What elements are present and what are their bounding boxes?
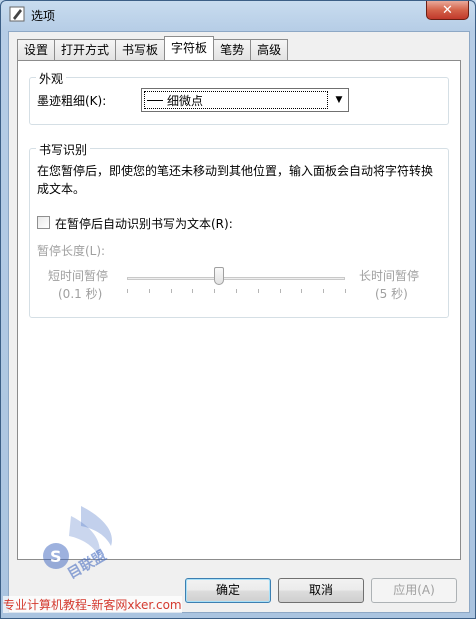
title-bar[interactable]: 选项 ✕	[1, 1, 475, 29]
short-pause-label: 短时间暂停	[48, 269, 109, 283]
slider-tick	[236, 289, 237, 293]
svg-text:目联盟: 目联盟	[65, 548, 109, 583]
appearance-group: 外观 墨迹粗细(K): 细微点 ▼	[29, 70, 449, 125]
pause-length-label: 暂停长度(L):	[37, 244, 106, 258]
appearance-group-title: 外观	[36, 70, 67, 87]
long-pause-value: (5 秒)	[375, 287, 408, 301]
tab-advanced[interactable]: 高级	[250, 39, 289, 60]
tab-gestures[interactable]: 笔势	[213, 39, 252, 60]
slider-tick	[301, 289, 303, 293]
slider-tick	[148, 289, 150, 293]
slider-tick	[127, 289, 128, 293]
options-window: 选项 ✕ 设置 打开方式 书写板 字符板 笔势 高级 外观 墨迹粗细(K): 细…	[0, 0, 476, 619]
cancel-button[interactable]: 取消	[278, 578, 364, 603]
chevron-down-icon[interactable]: ▼	[330, 89, 348, 111]
svg-text:S: S	[50, 547, 62, 566]
tab-open-mode[interactable]: 打开方式	[54, 39, 117, 60]
auto-recognize-checkbox[interactable]	[37, 216, 50, 229]
tab-character-pad[interactable]: 字符板	[164, 36, 215, 60]
watermark-logo: S 目联盟	[43, 506, 112, 583]
close-button[interactable]: ✕	[426, 1, 469, 20]
auto-recognize-label[interactable]: 在暂停后自动识别书写为文本(R):	[55, 215, 233, 232]
ink-thickness-value: 细微点	[167, 93, 204, 108]
handwriting-group-title: 书写识别	[36, 141, 91, 158]
pause-slider-track[interactable]	[127, 277, 345, 280]
pause-slider-thumb[interactable]	[213, 267, 224, 285]
slider-tick	[345, 289, 346, 293]
window-title: 选项	[31, 9, 56, 23]
slider-tick	[170, 289, 172, 293]
tab-settings[interactable]: 设置	[17, 39, 56, 60]
long-pause-label: 长时间暂停	[359, 269, 420, 283]
thin-line-sample	[147, 99, 163, 101]
ink-thickness-value-box: 细微点	[144, 91, 328, 109]
handwriting-description: 在您暂停后，即使您的笔还未移动到其他位置，输入面板会自动将字符转换成文本。	[37, 164, 434, 196]
ink-thickness-select[interactable]: 细微点 ▼	[141, 88, 349, 112]
ink-thickness-label: 墨迹粗细(K):	[37, 94, 107, 108]
tab-strip: 设置 打开方式 书写板 字符板 笔势 高级	[17, 36, 289, 61]
tab-panel: 外观 墨迹粗细(K): 细微点 ▼ 书写识别 在您暂停后，即使您的笔还未移动到其…	[17, 60, 461, 560]
close-icon: ✕	[442, 2, 453, 18]
apply-button[interactable]: 应用(A)	[371, 578, 457, 603]
slider-tick	[323, 289, 325, 293]
slider-tick	[279, 289, 281, 293]
short-pause-value: (0.1 秒)	[58, 287, 103, 301]
slider-tick	[192, 289, 194, 293]
pen-icon	[9, 6, 25, 22]
handwriting-group: 书写识别 在您暂停后，即使您的笔还未移动到其他位置，输入面板会自动将字符转换成文…	[29, 141, 449, 318]
slider-tick	[257, 289, 259, 293]
watermark-caption: 专业计算机教程-新客网xker.com	[3, 596, 182, 613]
tab-writing-pad[interactable]: 书写板	[115, 39, 166, 60]
ok-button[interactable]: 确定	[185, 578, 271, 603]
slider-tick	[214, 289, 216, 293]
